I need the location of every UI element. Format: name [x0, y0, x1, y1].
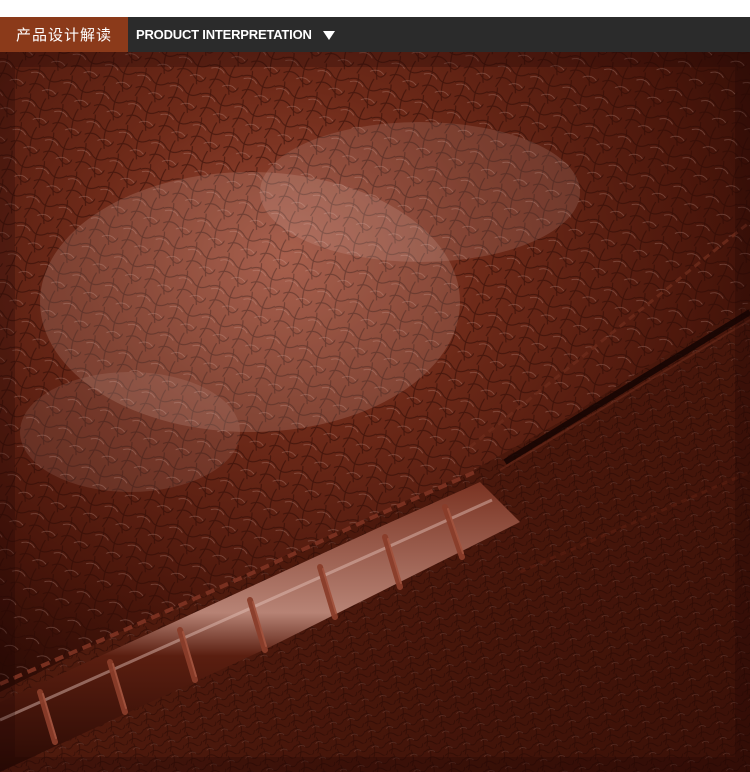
- leather-closeup-illustration: [0, 52, 750, 772]
- section-title-text: PRODUCT INTERPRETATION: [136, 27, 312, 42]
- product-detail-photo: [0, 52, 750, 772]
- section-header: 产品设计解读 PRODUCT INTERPRETATION: [0, 17, 750, 52]
- section-tag: 产品设计解读: [0, 17, 128, 52]
- triangle-down-icon: [322, 31, 335, 40]
- section-title: PRODUCT INTERPRETATION: [128, 17, 335, 52]
